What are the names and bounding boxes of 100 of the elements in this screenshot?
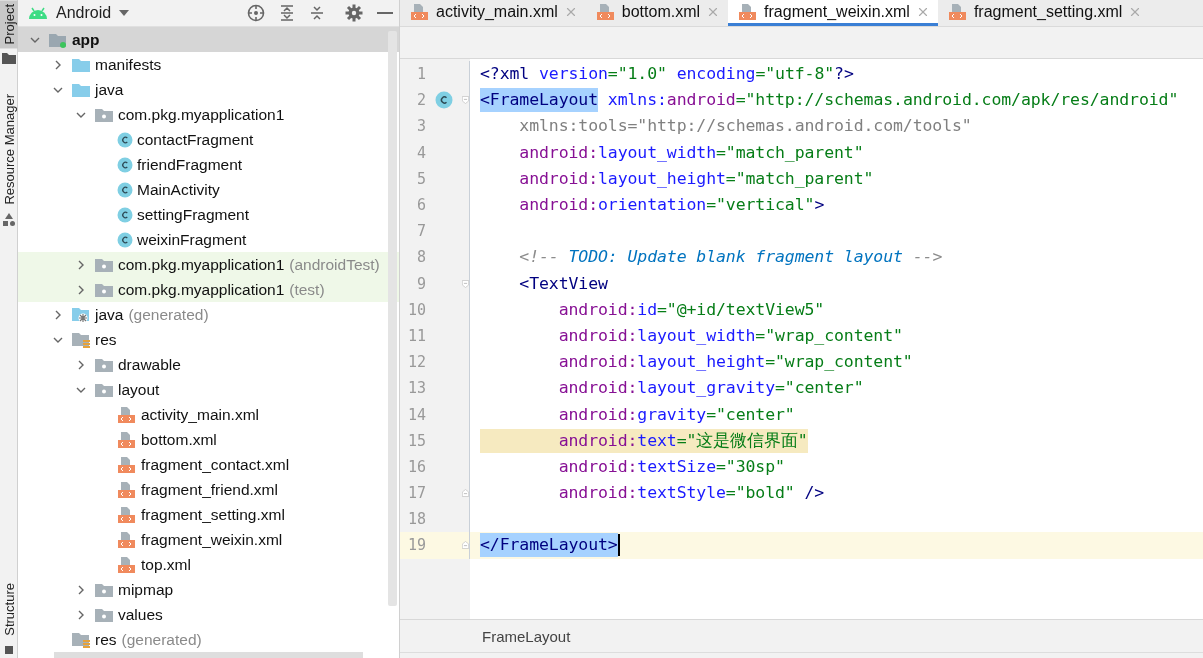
tree-item[interactable]: mipmap: [18, 577, 399, 602]
tree-item[interactable]: com.pkg.myapplication1 (test): [18, 277, 399, 302]
resource-folder-icon: [71, 330, 91, 349]
tree-item[interactable]: bottom.xml: [18, 427, 399, 452]
folder-icon[interactable]: [1, 52, 16, 65]
class-icon: [117, 181, 133, 198]
line-number: 12: [406, 353, 426, 372]
minimize-icon[interactable]: [377, 11, 393, 15]
tree-item[interactable]: fragment_contact.xml: [18, 452, 399, 477]
crosshair-icon[interactable]: [247, 4, 265, 22]
line-number: 16: [406, 457, 426, 476]
xml-file-icon: [117, 455, 137, 474]
structure-icon[interactable]: [4, 646, 13, 654]
xml-file-icon: [117, 505, 137, 524]
expand-all-icon[interactable]: [279, 5, 295, 21]
editor-tab[interactable]: activity_main.xml: [400, 0, 586, 26]
line-number: 19: [406, 536, 426, 555]
class-icon: [117, 206, 133, 223]
scrollbar[interactable]: [54, 652, 363, 658]
xml-file-icon: [410, 2, 430, 21]
generated-folder-icon: [71, 305, 91, 324]
tree-item[interactable]: settingFragment: [18, 202, 399, 227]
fold-start-icon[interactable]: [462, 94, 469, 107]
xml-file-icon: [947, 2, 968, 21]
package-folder-icon: [94, 106, 114, 123]
line-number: 17: [406, 484, 426, 503]
code-line: android:textSize="30sp": [557, 455, 786, 478]
xml-file-icon: [117, 480, 137, 499]
code-line: android:layout_width="wrap_content": [557, 324, 904, 347]
fold-start-icon[interactable]: [462, 277, 469, 290]
code-line: <FrameLayout xmlns:android="http://schemas.android.com/apk/res/android": [478, 87, 1203, 114]
line-number: 8: [415, 248, 426, 267]
editor-tab[interactable]: fragment_weixin.xml: [728, 0, 938, 26]
tool-window-tab[interactable]: Structure: [0, 579, 18, 640]
xml-file-icon: [117, 405, 137, 424]
code-line: android:text="这是微信界面": [478, 427, 1203, 454]
tree-item[interactable]: manifests: [18, 52, 399, 77]
editor-tab[interactable]: bottom.xml: [585, 0, 729, 26]
tree-item[interactable]: java (generated): [18, 302, 399, 327]
tree-item[interactable]: contactFragment: [18, 127, 399, 152]
tree-item[interactable]: drawable: [18, 352, 399, 377]
xml-file-icon: [595, 2, 616, 21]
line-number: 3: [415, 117, 426, 136]
xml-file-icon: [117, 530, 137, 549]
line-number: 5: [415, 169, 426, 188]
tree-item[interactable]: fragment_friend.xml: [18, 477, 399, 502]
folder-icon: [71, 56, 91, 73]
tree-item[interactable]: top.xml: [18, 552, 399, 577]
tree-item[interactable]: res (generated): [18, 627, 399, 652]
shapes-icon[interactable]: [1, 213, 16, 228]
xml-file-icon: [117, 430, 137, 449]
android-icon: [28, 6, 48, 20]
code-line: android:layout_height="match_parent": [518, 167, 875, 190]
dropdown-caret-icon: [119, 10, 130, 16]
tree-item[interactable]: com.pkg.myapplication1 (androidTest): [18, 252, 399, 277]
line-number: 14: [406, 405, 426, 424]
tree-item[interactable]: friendFragment: [18, 152, 399, 177]
tree-item[interactable]: java: [18, 77, 399, 102]
code-line: android:gravity="center": [557, 403, 796, 426]
package-folder-icon: [94, 381, 114, 398]
tree-item[interactable]: values: [18, 602, 399, 627]
line-number: 11: [406, 326, 426, 345]
scrollbar[interactable]: [388, 31, 397, 606]
tree-item[interactable]: com.pkg.myapplication1: [18, 102, 399, 127]
settings-icon[interactable]: [345, 4, 363, 22]
folder-icon: [71, 81, 91, 98]
view-name: Android: [56, 4, 112, 22]
collapse-all-icon[interactable]: [309, 5, 325, 21]
line-number: 2: [415, 91, 426, 110]
xml-file-icon: [738, 2, 759, 21]
related-class-icon[interactable]: [435, 91, 453, 110]
tree-item[interactable]: fragment_setting.xml: [18, 502, 399, 527]
tree-item[interactable]: layout: [18, 377, 399, 402]
code-line: android:id="@+id/textView5": [557, 298, 826, 321]
tool-window-tab[interactable]: Resource Manager: [0, 90, 18, 210]
tree-item[interactable]: fragment_weixin.xml: [18, 527, 399, 552]
package-folder-icon: [94, 581, 114, 598]
code-line: </FrameLayout>: [478, 532, 1203, 559]
resource-folder-icon: [71, 630, 91, 649]
breadcrumb[interactable]: FrameLayout: [482, 627, 571, 645]
xml-file-icon: [117, 555, 137, 574]
view-selector[interactable]: Android: [56, 4, 130, 22]
code-line: <TextView: [518, 272, 609, 295]
line-number: 15: [406, 431, 426, 450]
tree-item[interactable]: app: [18, 27, 399, 52]
editor-tab[interactable]: fragment_setting.xml: [937, 0, 1151, 26]
tree-item[interactable]: res: [18, 327, 399, 352]
line-number: 10: [406, 300, 426, 319]
tree-item[interactable]: weixinFragment: [18, 227, 399, 252]
package-folder-icon: [94, 356, 114, 373]
code-line: <?xml version="1.0" encoding="utf-8"?>: [479, 63, 855, 86]
line-number: 4: [415, 143, 426, 162]
tool-window-tab[interactable]: Project: [0, 0, 18, 49]
package-folder-icon: [94, 256, 114, 273]
tree-item[interactable]: MainActivity: [18, 177, 399, 202]
tree-item[interactable]: activity_main.xml: [18, 402, 399, 427]
code-line: android:layout_height="wrap_content": [557, 351, 914, 374]
package-folder-icon: [94, 281, 114, 298]
class-icon: [117, 156, 133, 173]
line-number: 18: [406, 510, 426, 529]
